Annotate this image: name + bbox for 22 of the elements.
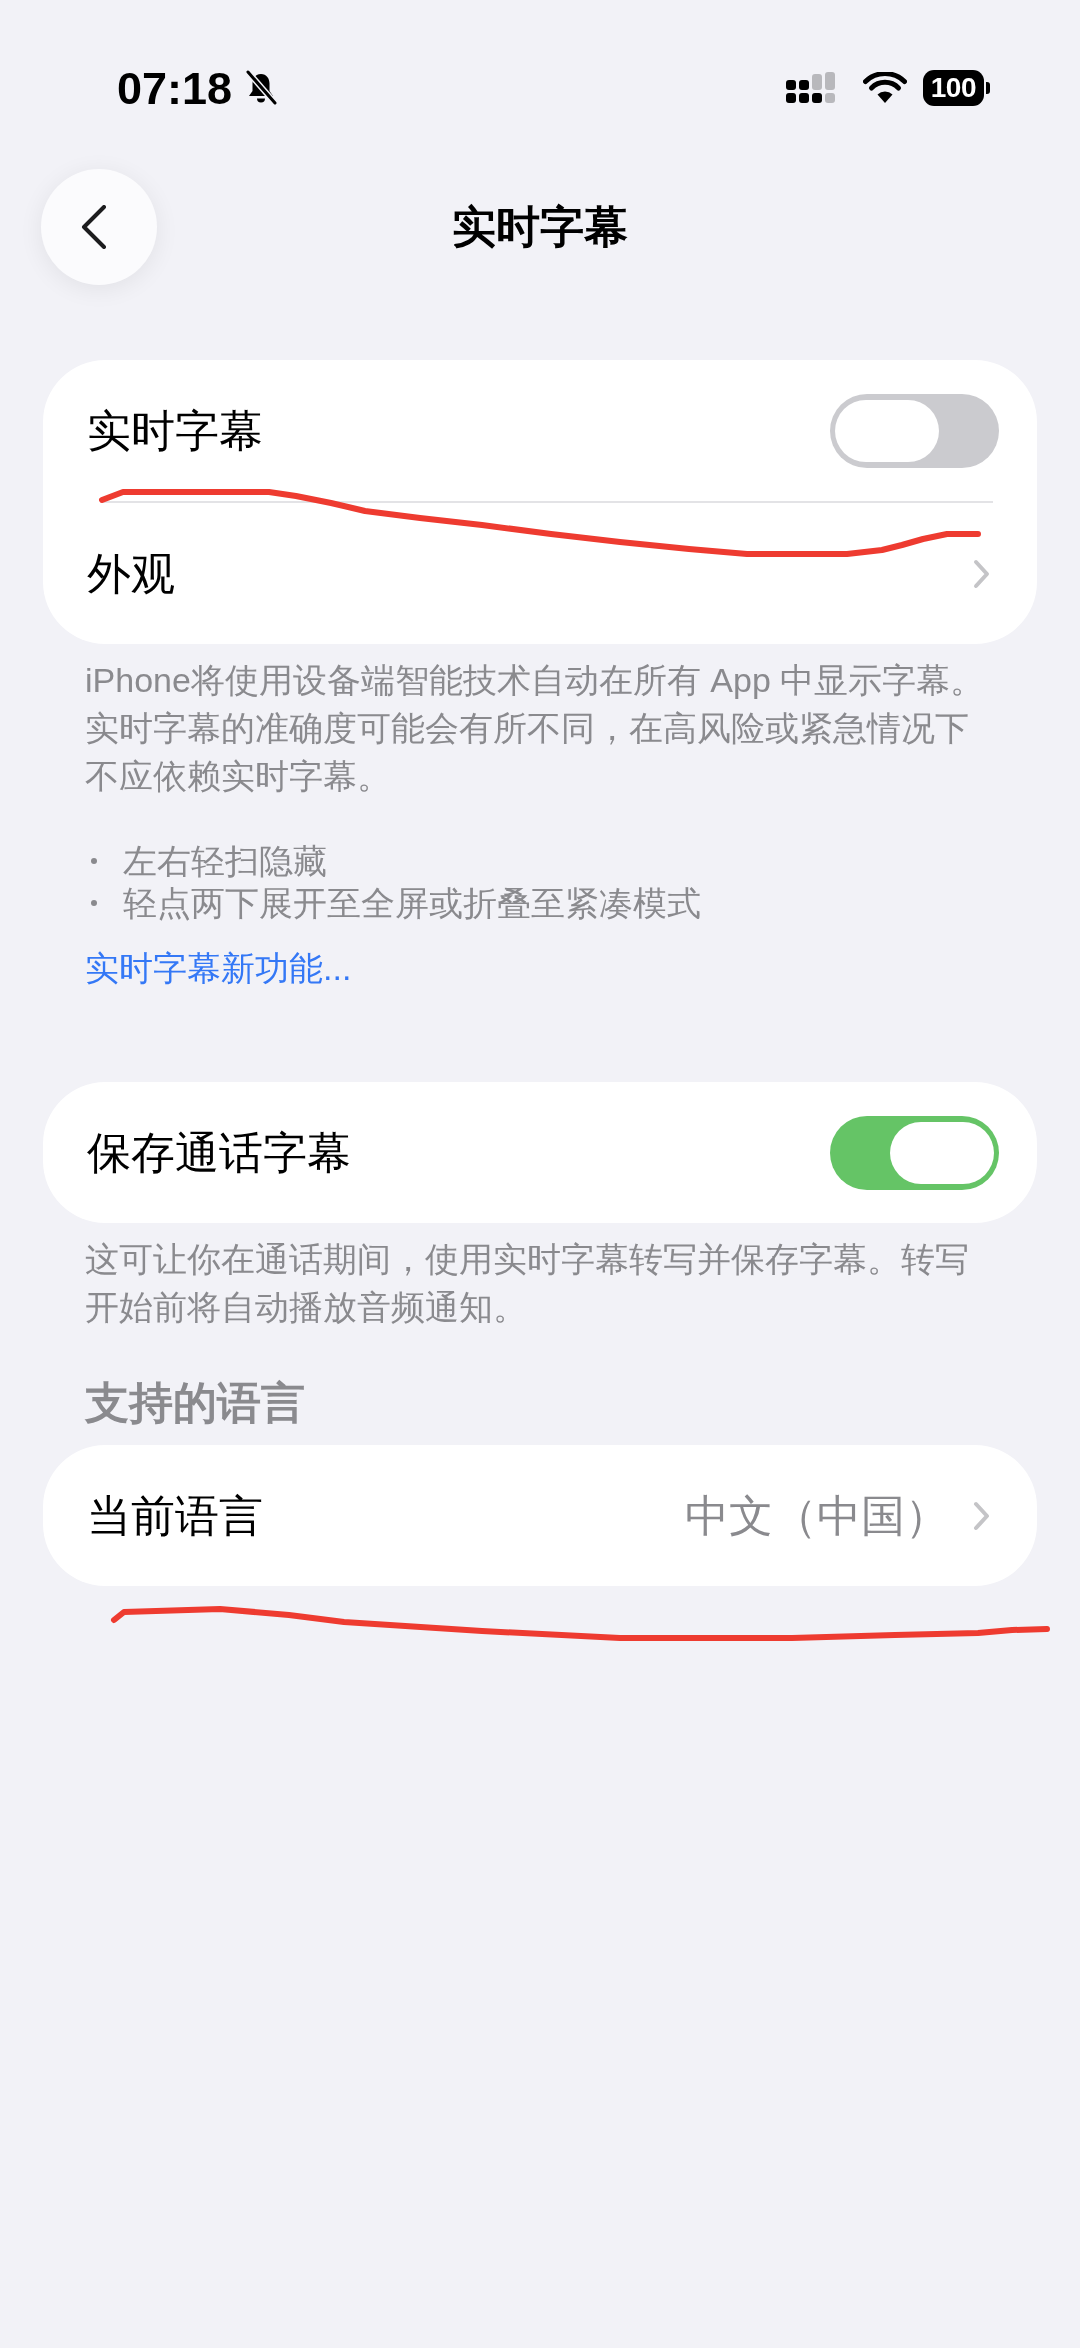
bell-slash-icon	[244, 70, 279, 106]
battery-indicator: 100	[922, 70, 990, 106]
page-title: 实时字幕	[452, 201, 628, 253]
wifi-icon	[862, 72, 907, 104]
chevron-right-icon	[973, 558, 990, 589]
bullet-icon	[91, 900, 97, 906]
bullet-text: 左右轻扫隐藏	[123, 841, 327, 882]
row-label: 保存通话字幕	[87, 1126, 351, 1179]
whats-new-link[interactable]: 实时字幕新功能...	[85, 947, 352, 989]
bullet-icon	[91, 858, 97, 864]
settings-row[interactable]: 外观	[43, 503, 1037, 644]
chevron-right-icon	[973, 1500, 990, 1531]
signal-icon	[785, 72, 836, 104]
settings-row[interactable]: 当前语言 中文（中国）	[43, 1445, 1037, 1586]
footer-text: 这可让你在通话期间，使用实时字幕转写并保存字幕。转写开始前将自动播放音频通知。	[85, 1239, 970, 1328]
clock-time: 07:18	[117, 65, 233, 111]
row-label: 实时字幕	[87, 404, 263, 457]
footer-text: iPhone将使用设备端智能技术自动在所有 App 中显示字幕。实时字幕的准确度可能会有所不同，在高风险或紧急情况下不应依赖实时字幕。	[85, 660, 986, 797]
section-header: 支持的语言	[85, 1377, 305, 1429]
chevron-left-icon	[81, 205, 107, 249]
row-value: 中文（中国）	[685, 1489, 949, 1542]
bullet-text: 轻点两下展开至全屏或折叠至紧凑模式	[123, 883, 701, 924]
